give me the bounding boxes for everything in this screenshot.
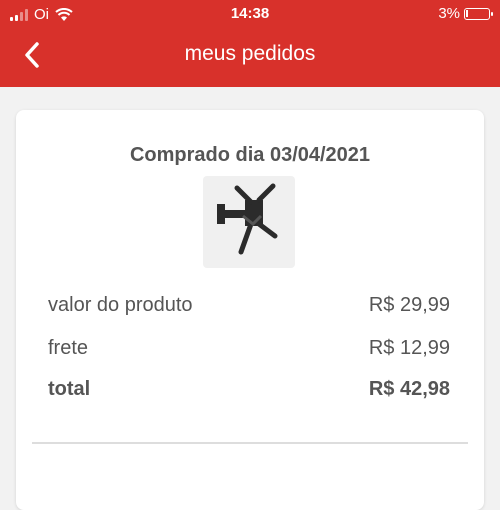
order-card[interactable]: Comprado dia 03/04/2021 valor do produto… xyxy=(16,110,484,510)
status-time: 14:38 xyxy=(230,5,270,22)
product-value-label: valor do produto xyxy=(48,294,193,316)
app-header: Oi 14:38 3% meus pedidos xyxy=(0,0,500,87)
total-amount: R$ 42,98 xyxy=(368,378,450,400)
total-label: total xyxy=(48,378,91,400)
shipping-row: frete R$ 12,99 xyxy=(48,337,450,360)
product-value-amount: R$ 29,99 xyxy=(368,294,450,316)
total-row: total R$ 42,98 xyxy=(48,378,450,401)
battery-percent: 3% xyxy=(438,5,460,22)
product-image[interactable] xyxy=(203,176,295,268)
product-value-row: valor do produto R$ 29,99 xyxy=(48,294,450,317)
shipping-amount: R$ 12,99 xyxy=(368,337,450,359)
status-right: 3% xyxy=(438,5,493,22)
nav-bar: meus pedidos xyxy=(0,30,500,82)
status-bar: Oi 14:38 3% xyxy=(0,0,500,30)
battery-icon xyxy=(464,7,493,20)
order-date: Comprado dia 03/04/2021 xyxy=(129,144,371,166)
page-title: meus pedidos xyxy=(184,42,316,65)
shipping-label: frete xyxy=(48,337,89,359)
divider xyxy=(32,442,468,444)
tv-wall-mount-icon xyxy=(217,183,278,255)
